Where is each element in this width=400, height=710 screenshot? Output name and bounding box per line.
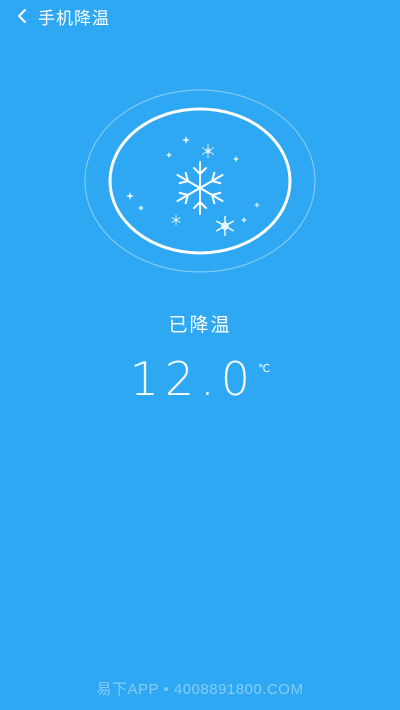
temperature-readout: 12.0 ℃ — [0, 352, 400, 406]
chevron-left-icon — [18, 9, 26, 23]
page-title: 手机降温 — [38, 8, 110, 29]
cooling-dial — [84, 84, 316, 274]
small-snowflake-icon — [215, 216, 235, 236]
sparkle-icon — [126, 136, 260, 223]
temperature-unit: ℃ — [258, 362, 271, 375]
temperature-value: 12.0 — [129, 352, 257, 406]
small-snowflake-icon — [171, 215, 181, 225]
top-bar: 手机降温 — [0, 0, 400, 32]
watermark: 易下APP • 4008891800.COM — [96, 681, 304, 698]
snowflake-icon — [176, 161, 224, 215]
cooling-status: 已降温 — [168, 314, 232, 336]
small-snowflake-icon — [201, 144, 215, 158]
